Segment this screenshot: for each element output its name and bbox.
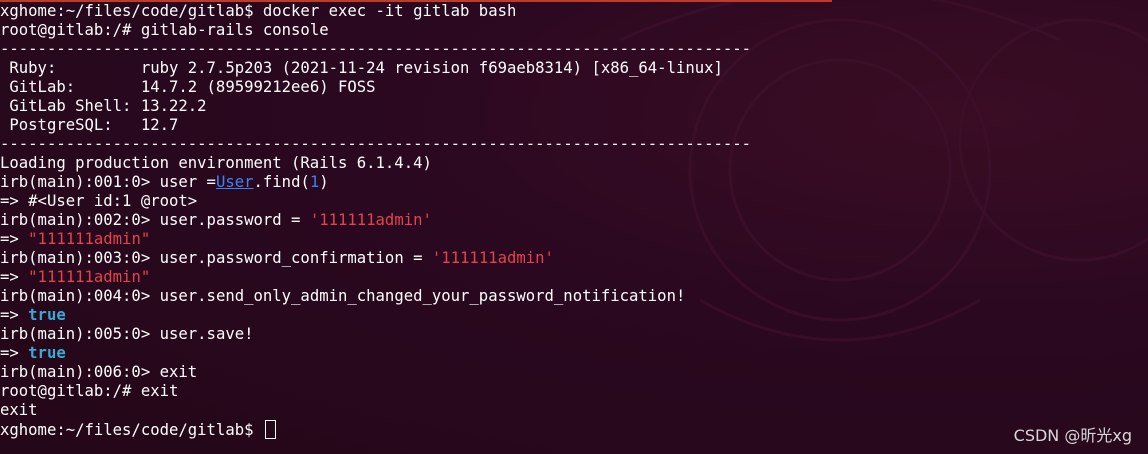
watermark: CSDN @昕光xg <box>1013 426 1132 445</box>
irb-line: irb(main):004:0> user.send_only_admin_ch… <box>0 287 686 305</box>
irb-line: irb(main):005:0> user.save! <box>0 325 254 343</box>
info-gitlab: GitLab: 14.7.2 (89599212ee6) FOSS <box>0 78 376 96</box>
result-line: => "111111admin" <box>0 268 151 286</box>
separator-line: ----------------------------------------… <box>0 40 752 58</box>
loading-line: Loading production environment (Rails 6.… <box>0 154 432 172</box>
irb-line: irb(main):003:0> user.password_confirmat… <box>0 249 554 267</box>
result-line: => true <box>0 344 66 362</box>
result-line: => #<User id:1 @root> <box>0 192 198 210</box>
terminal-line: root@gitlab:/# exit <box>0 382 179 400</box>
irb-line: irb(main):002:0> user.password = '111111… <box>0 211 432 229</box>
terminal-output: xghome:~/files/code/gitlab$ docker exec … <box>0 2 1148 439</box>
irb-line: irb(main):006:0> exit <box>0 363 198 381</box>
terminal-window[interactable]: xghome:~/files/code/gitlab$ docker exec … <box>0 0 1148 454</box>
active-prompt-line[interactable]: xghome:~/files/code/gitlab$ <box>0 420 1148 439</box>
info-postgresql: PostgreSQL: 12.7 <box>0 116 179 134</box>
text-cursor[interactable] <box>264 420 276 439</box>
terminal-line: xghome:~/files/code/gitlab$ docker exec … <box>0 2 517 20</box>
irb-line: irb(main):001:0> user =User.find(1) <box>0 173 329 191</box>
result-line: => "111111admin" <box>0 230 151 248</box>
separator-line: ----------------------------------------… <box>0 135 752 153</box>
info-gitlab-shell: GitLab Shell: 13.22.2 <box>0 97 207 115</box>
info-ruby: Ruby: ruby 2.7.5p203 (2021-11-24 revisio… <box>0 59 723 77</box>
terminal-line: root@gitlab:/# gitlab-rails console <box>0 21 329 39</box>
output-line: exit <box>0 401 38 419</box>
result-line: => true <box>0 306 66 324</box>
